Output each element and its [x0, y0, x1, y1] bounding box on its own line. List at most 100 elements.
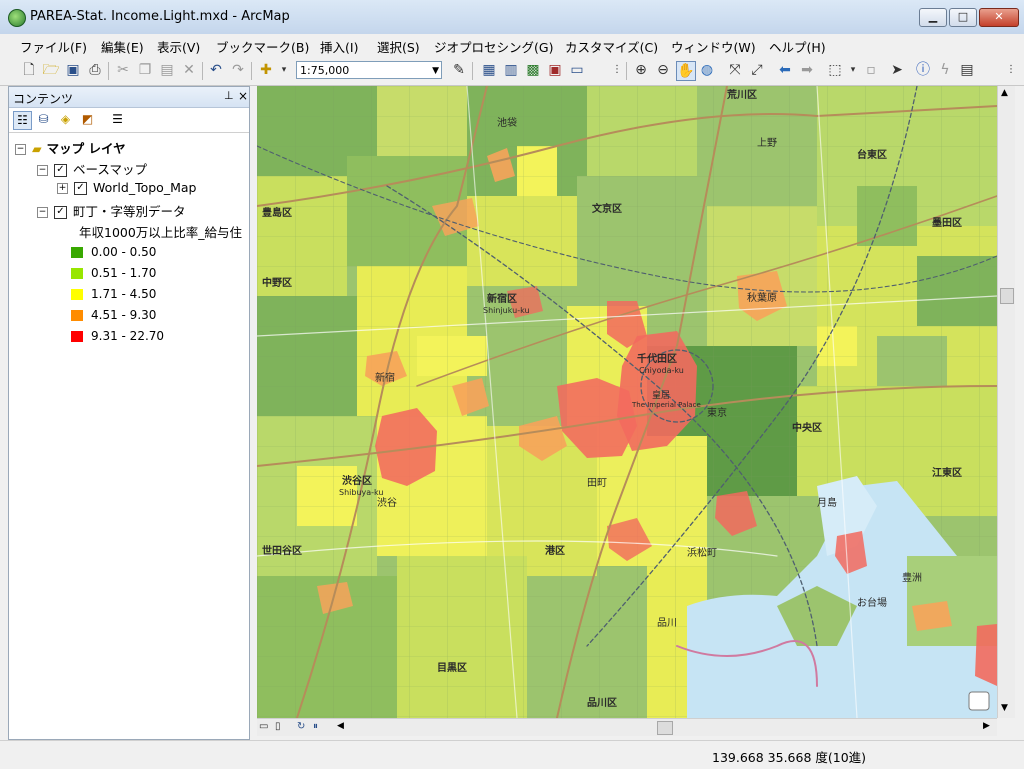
- collapse-icon[interactable]: −: [15, 144, 26, 155]
- select-dropdown-icon[interactable]: ▾: [844, 61, 862, 79]
- map-label-arakawa: 荒川区: [726, 88, 757, 101]
- expand-icon[interactable]: +: [57, 183, 68, 194]
- list-by-source-icon[interactable]: ⛁: [35, 111, 52, 128]
- cursor-coordinates: 139.668 35.668 度(10進): [712, 750, 867, 765]
- map-label-chiyoda-en: Chiyoda-ku: [639, 366, 684, 375]
- data-view-icon[interactable]: ▭: [259, 721, 268, 732]
- full-extent-globe-icon[interactable]: ◍: [698, 61, 716, 79]
- maximize-button[interactable]: □: [949, 8, 977, 27]
- tree-row-world-topo[interactable]: + ✓ World_Topo_Map: [57, 180, 196, 195]
- new-document-icon[interactable]: 🗋: [20, 61, 38, 79]
- undo-icon[interactable]: ↶: [207, 61, 225, 79]
- open-folder-icon[interactable]: 🗁: [42, 61, 60, 79]
- identify-icon[interactable]: ⓘ: [914, 61, 932, 79]
- list-by-drawing-order-icon[interactable]: ☷: [13, 111, 32, 130]
- editor-toolbar-icon[interactable]: ✎: [450, 61, 468, 79]
- menu-geoprocessing[interactable]: ジオプロセシング(G): [434, 37, 553, 56]
- map-label-shinagawa: 品川区: [587, 697, 617, 709]
- layout-view-icon[interactable]: ▯: [275, 721, 281, 732]
- redo-icon[interactable]: ↷: [229, 61, 247, 79]
- basemap-visibility-checkbox[interactable]: ✓: [54, 164, 67, 177]
- python-window-icon[interactable]: ▭: [568, 61, 586, 79]
- select-features-icon[interactable]: ⬚: [826, 61, 844, 79]
- toc-header: コンテンツ ⊥ ×: [9, 87, 249, 108]
- hyperlink-icon[interactable]: ϟ: [936, 61, 954, 79]
- menu-selection[interactable]: 選択(S): [377, 37, 420, 56]
- tree-row-basemap[interactable]: − ✓ ベースマップ: [37, 159, 147, 178]
- standard-toolbar: 🗋 🗁 ▣ ⎙ ✂ ❐ ▤ ✕ ↶ ↷ ✚ ▾ 1:75,000 ▼ ✎ ▦ ▥…: [0, 57, 1024, 86]
- add-data-icon[interactable]: ✚: [257, 61, 275, 79]
- list-by-selection-icon[interactable]: ◩: [79, 111, 96, 128]
- pin-icon[interactable]: ⊥: [224, 89, 234, 102]
- options-icon[interactable]: ☰: [109, 111, 126, 128]
- world-topo-label: World_Topo_Map: [93, 180, 197, 195]
- collapse-icon[interactable]: −: [37, 165, 48, 176]
- map-label-ikebukuro: 池袋: [497, 116, 517, 129]
- data-layer-visibility-checkbox[interactable]: ✓: [54, 206, 67, 219]
- scroll-right-icon[interactable]: ▶: [983, 721, 990, 731]
- copy-icon[interactable]: ❐: [136, 61, 154, 79]
- search-window-icon[interactable]: ▩: [524, 61, 542, 79]
- html-popup-icon[interactable]: ▤: [958, 61, 976, 79]
- tree-row-data-layer[interactable]: − ✓ 町丁・字等別データ: [37, 201, 186, 220]
- zoom-in-icon[interactable]: ⊕: [632, 61, 650, 79]
- map-horizontal-scrollbar[interactable]: ▭ ▯ ↻ ⏸ ◀ ▶: [257, 718, 997, 736]
- legend-label: 9.31 - 22.70: [91, 329, 165, 343]
- horizontal-scroll-thumb[interactable]: [657, 721, 673, 735]
- toolbar-overflow-icon[interactable]: ⋮: [608, 61, 626, 79]
- close-button[interactable]: ✕: [979, 8, 1019, 27]
- map-label-hamamatsucho: 浜松町: [687, 546, 717, 559]
- previous-extent-icon[interactable]: ⬅: [776, 61, 794, 79]
- scroll-up-icon[interactable]: ▲: [1001, 88, 1008, 98]
- legend-label: 0.00 - 0.50: [91, 245, 157, 259]
- scroll-left-icon[interactable]: ◀: [337, 721, 344, 731]
- menu-edit[interactable]: 編集(E): [101, 37, 144, 56]
- toc-close-icon[interactable]: ×: [238, 89, 248, 103]
- save-icon[interactable]: ▣: [64, 61, 82, 79]
- tree-row-map-layers[interactable]: − ▰ マップ レイヤ: [15, 138, 126, 157]
- minimize-button[interactable]: ▁: [919, 8, 947, 27]
- delete-icon[interactable]: ✕: [180, 61, 198, 79]
- menu-help[interactable]: ヘルプ(H): [769, 37, 826, 56]
- vertical-scroll-thumb[interactable]: [1000, 288, 1014, 304]
- scroll-down-icon[interactable]: ▼: [1001, 703, 1008, 713]
- next-extent-icon[interactable]: ➡: [798, 61, 816, 79]
- menu-customize[interactable]: カスタマイズ(C): [565, 37, 658, 56]
- arcmap-app-icon: [8, 9, 26, 27]
- fixed-zoom-out-icon[interactable]: ⤢: [748, 61, 766, 79]
- clear-selection-icon[interactable]: ▫: [862, 61, 880, 79]
- zoom-out-icon[interactable]: ⊖: [654, 61, 672, 79]
- select-elements-arrow-icon[interactable]: ➤: [888, 61, 906, 79]
- catalog-icon[interactable]: ▥: [502, 61, 520, 79]
- map-label-shinagawa-sta: 品川: [657, 617, 677, 629]
- legend-swatch: [71, 247, 83, 258]
- menu-view[interactable]: 表示(V): [157, 37, 200, 56]
- pause-drawing-icon[interactable]: ⏸: [313, 721, 318, 732]
- map-scale-combo[interactable]: 1:75,000 ▼: [296, 61, 442, 79]
- paste-icon[interactable]: ▤: [158, 61, 176, 79]
- legend-label: 0.51 - 1.70: [91, 266, 157, 280]
- map-view[interactable]: 千代田区 Chiyoda-ku 文京区 新宿区 Shinjuku-ku 渋谷区 …: [257, 86, 997, 718]
- legend-swatch: [71, 268, 83, 279]
- map-label-ueno: 上野: [757, 137, 777, 149]
- list-by-visibility-icon[interactable]: ◈: [57, 111, 74, 128]
- menu-windows[interactable]: ウィンドウ(W): [671, 37, 756, 56]
- menu-bookmarks[interactable]: ブックマーク(B): [216, 37, 309, 56]
- print-icon[interactable]: ⎙: [86, 61, 104, 79]
- add-data-dropdown-icon[interactable]: ▾: [275, 61, 293, 79]
- menu-insert[interactable]: 挿入(I): [320, 37, 358, 56]
- map-tips-button[interactable]: [968, 691, 990, 711]
- arctoolbox-icon[interactable]: ▣: [546, 61, 564, 79]
- toolbar-overflow-icon-2[interactable]: ⋮: [1002, 61, 1020, 79]
- refresh-icon[interactable]: ↻: [297, 721, 305, 732]
- fixed-zoom-in-icon[interactable]: ⤧: [726, 61, 744, 79]
- table-of-contents-icon[interactable]: ▦: [480, 61, 498, 79]
- map-vertical-scrollbar[interactable]: ▲ ▼: [997, 86, 1015, 718]
- world-topo-visibility-checkbox[interactable]: ✓: [74, 182, 87, 195]
- map-label-shibuya-en: Shibuya-ku: [339, 488, 384, 497]
- minimize-icon: ▁: [928, 10, 938, 23]
- cut-icon[interactable]: ✂: [114, 61, 132, 79]
- collapse-icon[interactable]: −: [37, 207, 48, 218]
- menu-file[interactable]: ファイル(F): [20, 37, 87, 56]
- pan-hand-icon[interactable]: ✋: [676, 61, 696, 81]
